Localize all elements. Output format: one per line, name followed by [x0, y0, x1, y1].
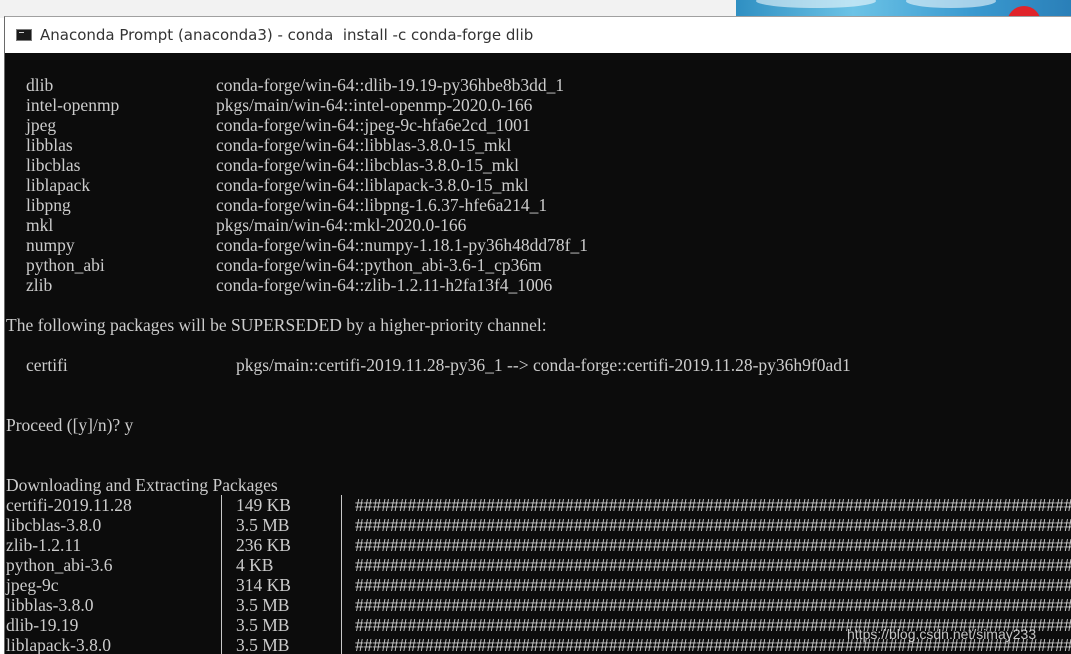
column-separator	[221, 635, 222, 654]
package-spec: pkgs/main/win-64::mkl-2020.0-166	[216, 215, 467, 235]
download-package-name: jpeg-9c	[6, 575, 59, 595]
package-name: libblas	[26, 135, 73, 155]
package-spec: conda-forge/win-64::jpeg-9c-hfa6e2cd_100…	[216, 115, 531, 135]
column-separator	[221, 595, 222, 615]
download-row: certifi-2019.11.28 149 KB ################…	[5, 495, 1071, 515]
progress-bar: ########################################…	[355, 555, 1071, 575]
progress-bar: ########################################…	[355, 575, 1071, 595]
download-package-name: zlib-1.2.11	[6, 535, 82, 555]
console-output[interactable]: dlib conda-forge/win-64::dlib-19.19-py36h…	[5, 53, 1071, 654]
column-separator	[341, 515, 342, 535]
package-spec: conda-forge/win-64::libcblas-3.8.0-15_mk…	[216, 155, 519, 175]
download-package-name: python_abi-3.6	[6, 555, 113, 575]
column-separator	[341, 615, 342, 635]
package-name: mkl	[26, 215, 54, 235]
download-size: 236 KB	[236, 535, 291, 555]
download-size: 3.5 MB	[236, 615, 290, 635]
download-size: 314 KB	[236, 575, 291, 595]
package-name: libpng	[26, 195, 71, 215]
window-title: Anaconda Prompt (anaconda3) - conda inst…	[40, 26, 534, 44]
download-row: libcblas-3.8.0 3.5 MB ####################…	[5, 515, 1071, 535]
column-separator	[221, 555, 222, 575]
download-size: 3.5 MB	[236, 635, 290, 654]
package-name: numpy	[26, 235, 75, 255]
superseded-row: certifi pkgs/main::certifi-2019.11.28-py…	[5, 355, 851, 375]
column-separator	[341, 635, 342, 654]
column-separator	[341, 555, 342, 575]
column-separator	[221, 495, 222, 515]
download-package-name: libblas-3.8.0	[6, 595, 94, 615]
superseded-package-spec: pkgs/main::certifi-2019.11.28-py36_1 -->…	[236, 355, 851, 375]
package-name: jpeg	[26, 115, 57, 135]
package-spec: conda-forge/win-64::numpy-1.18.1-py36h48…	[216, 235, 588, 255]
package-name: python_abi	[26, 255, 105, 275]
download-size: 3.5 MB	[236, 595, 290, 615]
column-separator	[221, 575, 222, 595]
superseded-package-name: certifi	[26, 355, 68, 375]
download-size: 149 KB	[236, 495, 291, 515]
downloads-heading: Downloading and Extracting Packages	[6, 475, 278, 495]
package-name: intel-openmp	[26, 95, 120, 115]
column-separator	[341, 495, 342, 515]
column-separator	[221, 515, 222, 535]
package-name: libcblas	[26, 155, 81, 175]
progress-bar: ########################################…	[355, 535, 1071, 555]
superseded-heading: The following packages will be SUPERSEDE…	[6, 315, 547, 335]
download-package-name: libcblas-3.8.0	[6, 515, 102, 535]
column-separator	[221, 615, 222, 635]
download-package-name: dlib-19.19	[6, 615, 79, 635]
package-name: zlib	[26, 275, 53, 295]
column-separator	[341, 575, 342, 595]
download-row: jpeg-9c 314 KB ###########################…	[5, 575, 1071, 595]
watermark: https://blog.csdn.net/simay233	[847, 626, 1037, 642]
title-bar[interactable]: Anaconda Prompt (anaconda3) - conda inst…	[5, 17, 1071, 53]
progress-bar: ########################################…	[355, 495, 1071, 515]
package-spec: conda-forge/win-64::liblapack-3.8.0-15_m…	[216, 175, 529, 195]
download-row: zlib-1.2.11 236 KB #######################…	[5, 535, 1071, 555]
package-spec: conda-forge/win-64::libblas-3.8.0-15_mkl	[216, 135, 512, 155]
package-spec: conda-forge/win-64::zlib-1.2.11-h2fa13f4…	[216, 275, 553, 295]
column-separator	[341, 595, 342, 615]
download-size: 3.5 MB	[236, 515, 290, 535]
proceed-prompt: Proceed ([y]/n)? y	[6, 415, 134, 435]
column-separator	[341, 535, 342, 555]
package-spec: pkgs/main/win-64::intel-openmp-2020.0-16…	[216, 95, 533, 115]
download-row: libblas-3.8.0 3.5 MB #####################…	[5, 595, 1071, 615]
download-row: python_abi-3.6 4 KB ######################…	[5, 555, 1071, 575]
download-package-name: certifi-2019.11.28	[6, 495, 132, 515]
progress-bar: ########################################…	[355, 515, 1071, 535]
download-package-name: liblapack-3.8.0	[6, 635, 111, 654]
package-name: liblapack	[26, 175, 91, 195]
package-name: dlib	[26, 75, 54, 95]
package-spec: conda-forge/win-64::python_abi-3.6-1_cp3…	[216, 255, 542, 275]
column-separator	[221, 535, 222, 555]
progress-bar: ########################################…	[355, 595, 1071, 615]
console-app-icon	[16, 29, 32, 41]
package-spec: conda-forge/win-64::libpng-1.6.37-hfe6a2…	[216, 195, 548, 215]
download-size: 4 KB	[236, 555, 274, 575]
package-spec: conda-forge/win-64::dlib-19.19-py36hbe8b…	[216, 75, 565, 95]
anaconda-prompt-window[interactable]: Anaconda Prompt (anaconda3) - conda inst…	[4, 16, 1071, 654]
